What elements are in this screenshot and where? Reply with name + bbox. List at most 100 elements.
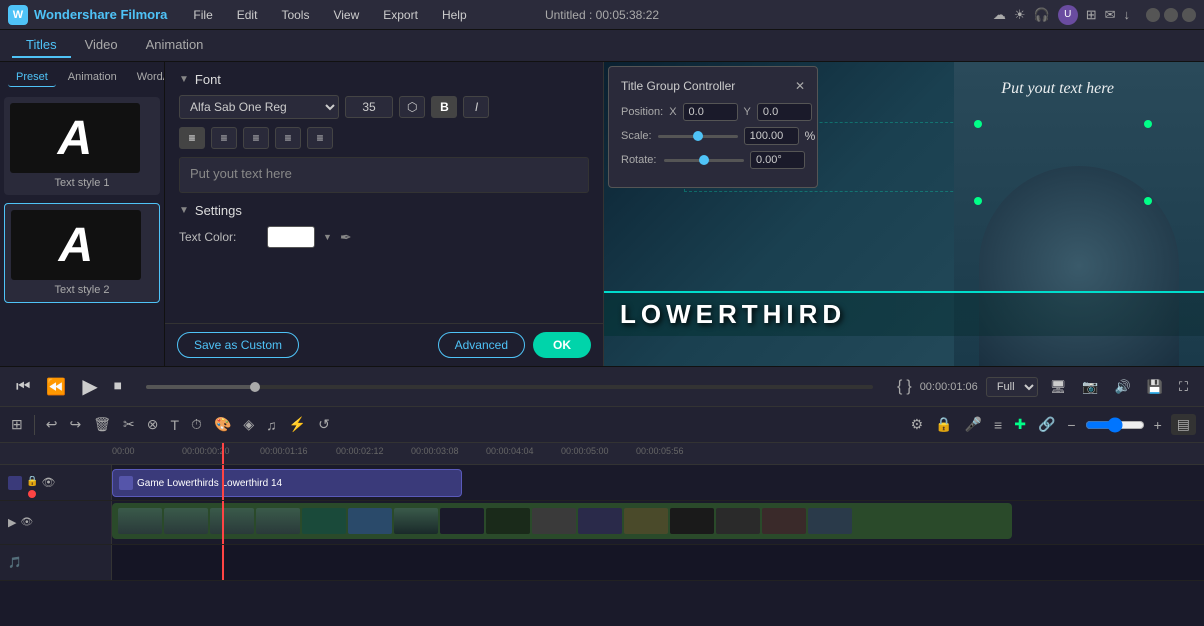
tab-animation-sub[interactable]: Animation	[60, 68, 125, 87]
title-clip[interactable]: Game Lowerthirds Lowerthird 14	[112, 469, 462, 497]
reverse-btn[interactable]: ↺	[315, 413, 333, 436]
color-swatch[interactable]	[267, 226, 315, 248]
divider	[34, 415, 35, 435]
window-minimize[interactable]	[1146, 8, 1160, 22]
skip-back-button[interactable]: ⏮	[12, 374, 34, 400]
bold-button[interactable]: B	[431, 96, 457, 118]
link-btn[interactable]: 🔗	[1035, 413, 1058, 436]
track-2-eye[interactable]: 👁	[20, 517, 33, 528]
tab-titles[interactable]: Titles	[12, 33, 71, 58]
zoom-out-btn[interactable]: −	[1064, 414, 1078, 436]
align-right-btn[interactable]: ≡	[243, 127, 269, 149]
track-btn[interactable]: ≡	[991, 414, 1005, 436]
audio-btn[interactable]: ♫	[263, 414, 280, 436]
tgc-rotate-input[interactable]	[750, 151, 805, 169]
timeline-tracks: 🔒 👁 Game Lowerthirds Lowerthird 14 ✂	[0, 465, 1204, 626]
settings-btn[interactable]: ⚙	[908, 413, 927, 436]
remove-bg-btn[interactable]: ⊗	[144, 413, 162, 436]
magnet-btn[interactable]: 🔒	[932, 413, 955, 436]
zoom-in-btn[interactable]: +	[1151, 414, 1165, 436]
thumb-4	[256, 508, 300, 534]
align-full-btn[interactable]: ≡	[307, 127, 333, 149]
monitor-icon[interactable]: 🖥	[1046, 375, 1071, 399]
tgc-x-input[interactable]	[683, 103, 738, 121]
list-item[interactable]: A Text style 2	[4, 203, 160, 303]
speed-btn[interactable]: ⚡	[286, 413, 309, 436]
fullscreen-icon[interactable]: ⛶	[1175, 375, 1192, 399]
window-controls: ☁ ☀ 🎧 U ⊞ ✉ ↓	[993, 5, 1196, 25]
timeline-ruler: 00:00 00:00:00:20 00:00:01:16 00:00:02:1…	[0, 443, 1204, 465]
menu-help[interactable]: Help	[436, 6, 473, 24]
menu-edit[interactable]: Edit	[231, 6, 264, 24]
text-preview[interactable]: Put yout text here	[179, 157, 589, 193]
progress-bar[interactable]	[146, 385, 873, 389]
volume-icon[interactable]: 🔊	[1111, 375, 1135, 399]
tab-preset[interactable]: Preset	[8, 68, 56, 87]
sun-icon: ☀	[1014, 7, 1026, 23]
track-1: 🔒 👁 Game Lowerthirds Lowerthird 14 ✂	[0, 465, 1204, 501]
delete-btn[interactable]: 🗑	[90, 413, 114, 436]
timer-btn[interactable]: ⏱	[188, 413, 205, 436]
text-btn[interactable]: T	[167, 414, 182, 436]
save-icon[interactable]: 💾	[1143, 375, 1167, 399]
ruler-marks: 00:00 00:00:00:20 00:00:01:16 00:00:02:1…	[112, 443, 1204, 464]
tgc-rotate-slider[interactable]	[664, 159, 744, 162]
track-lock-icon[interactable]: 🔒	[26, 476, 38, 489]
track-1-controls: 🔒 👁	[26, 476, 55, 489]
menu-tools[interactable]: Tools	[275, 6, 315, 24]
tgc-close-button[interactable]: ✕	[795, 79, 805, 93]
align-left-btn[interactable]: ≡	[179, 127, 205, 149]
control-point-2	[1144, 120, 1152, 128]
advanced-button[interactable]: Advanced	[438, 332, 525, 358]
italic-button[interactable]: I	[463, 96, 489, 118]
window-close[interactable]	[1182, 8, 1196, 22]
font-name-select[interactable]: Alfa Sab One Reg	[179, 95, 339, 119]
tab-animation[interactable]: Animation	[132, 33, 218, 58]
stop-button[interactable]: ⏹	[110, 374, 126, 400]
zoom-slider[interactable]	[1085, 417, 1145, 433]
window-maximize[interactable]	[1164, 8, 1178, 22]
redo-btn[interactable]: ↪	[66, 413, 84, 436]
step-back-button[interactable]: ⏪	[42, 373, 70, 401]
timeline-expand-btn[interactable]: ▤	[1171, 414, 1196, 435]
add-track-btn[interactable]: ✚	[1011, 413, 1029, 436]
mask-btn[interactable]: ◈	[240, 413, 257, 436]
editor-panel: ▼ Font Alfa Sab One Reg ⬡ B I ≡ ≡ ≡ ≡ ≡	[165, 62, 603, 323]
tgc-scale-input[interactable]	[744, 127, 799, 145]
mic-btn[interactable]: 🎤	[962, 413, 985, 436]
menu-view[interactable]: View	[327, 6, 365, 24]
tab-video[interactable]: Video	[71, 33, 132, 58]
menu-file[interactable]: File	[187, 6, 218, 24]
ok-button[interactable]: OK	[533, 332, 591, 358]
quality-select[interactable]: Full 1/2 1/4	[986, 377, 1038, 397]
list-item[interactable]: A Text style 1	[4, 97, 160, 195]
settings-section-title: Settings	[195, 203, 242, 218]
tgc-rotate-label: Rotate:	[621, 154, 658, 166]
settings-section-header[interactable]: ▼ Settings	[179, 203, 589, 218]
size-controls: ⬡	[399, 96, 425, 118]
play-button[interactable]: ▶	[78, 370, 101, 403]
align-justify-btn[interactable]: ≡	[275, 127, 301, 149]
eyedropper-icon[interactable]: ✒	[340, 229, 352, 246]
align-center-btn[interactable]: ≡	[211, 127, 237, 149]
tab-wordart[interactable]: WordArt	[129, 68, 165, 87]
menu-export[interactable]: Export	[377, 6, 424, 24]
thumb-16	[808, 508, 852, 534]
size-decrease-btn[interactable]: ⬡	[399, 96, 425, 118]
tgc-y-input[interactable]	[757, 103, 812, 121]
track-eye-icon[interactable]: 👁	[41, 476, 55, 489]
tgc-scale-slider[interactable]	[658, 135, 738, 138]
camera-icon[interactable]: 📷	[1078, 375, 1102, 399]
thumb-5	[302, 508, 346, 534]
tgc-y-label: Y	[744, 106, 751, 118]
cut-btn[interactable]: ✂	[120, 413, 138, 436]
font-size-input[interactable]	[345, 96, 393, 118]
font-section-header[interactable]: ▼ Font	[179, 72, 589, 87]
undo-btn[interactable]: ↩	[43, 413, 61, 436]
color-btn[interactable]: 🎨	[211, 413, 234, 436]
tgc-dialog: Title Group Controller ✕ Position: X Y S…	[608, 66, 818, 188]
timeline-right-controls: ⚙ 🔒 🎤 ≡ ✚ 🔗 − + ▤	[908, 413, 1196, 436]
save-custom-button[interactable]: Save as Custom	[177, 332, 299, 358]
grid-view-btn[interactable]: ⊞	[8, 413, 26, 436]
video-clip[interactable]	[112, 503, 1012, 539]
